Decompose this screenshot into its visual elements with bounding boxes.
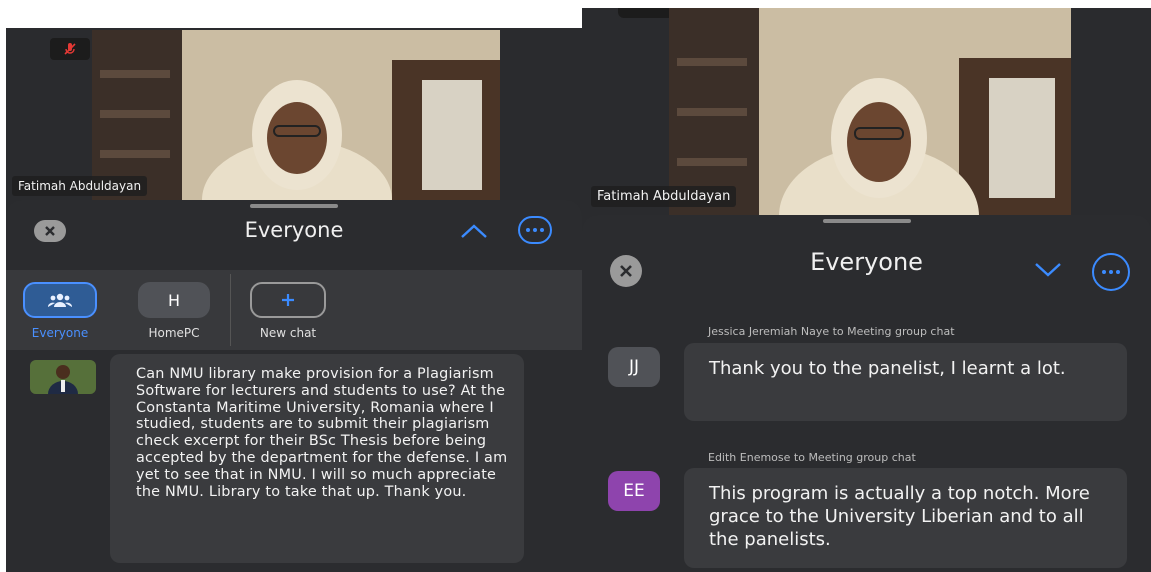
participant-video: [669, 8, 1071, 216]
chat-target-bar: Everyone H HomePC New chat: [6, 270, 582, 350]
message-text: Thank you to the panelist, I learnt a lo…: [709, 358, 1066, 379]
avatar: EE: [608, 471, 660, 511]
more-dots-icon: [1102, 270, 1120, 274]
participant-name-tag: Fatimah Abduldayan: [12, 176, 148, 196]
chat-sheet: Everyone Jessica Jeremiah Naye to Meetin…: [582, 215, 1151, 572]
chevron-down-icon: [1035, 263, 1061, 277]
chat-target-homepc[interactable]: H HomePC: [134, 282, 214, 340]
more-dots-icon: [526, 228, 544, 232]
chat-sheet: Everyone Everyone H HomePC New chat Can …: [6, 200, 582, 572]
right-meeting-screen: Fatimah Abduldayan Everyone Jessica Jere…: [582, 8, 1151, 572]
chat-header: Everyone: [582, 215, 1151, 291]
chevron-down-button[interactable]: [1032, 259, 1064, 283]
divider: [230, 274, 231, 346]
message-text: Can NMU library make provision for a Pla…: [136, 366, 508, 500]
new-chat-button[interactable]: New chat: [248, 282, 328, 340]
video-frame-image: [92, 30, 500, 200]
more-options-button[interactable]: [1092, 253, 1130, 291]
left-meeting-screen: Fatimah Abduldayan Everyone Everyone H H…: [6, 28, 582, 572]
participant-name-tag: Fatimah Abduldayan: [591, 186, 737, 207]
homepc-avatar: H: [138, 282, 210, 318]
more-options-button[interactable]: [518, 216, 552, 244]
chat-target-label: HomePC: [148, 326, 200, 340]
mic-muted-icon: [50, 38, 90, 60]
plus-icon: [282, 294, 294, 306]
message-text: This program is actually a top notch. Mo…: [709, 483, 1090, 550]
sender-avatar: [30, 360, 96, 394]
chat-title: Everyone: [810, 248, 923, 276]
avatar: JJ: [608, 347, 660, 387]
chat-message-bubble: Thank you to the panelist, I learnt a lo…: [684, 343, 1127, 421]
chat-target-everyone[interactable]: Everyone: [20, 282, 100, 340]
sender-photo: [30, 360, 96, 394]
chat-message-bubble: Can NMU library make provision for a Pla…: [110, 354, 524, 563]
message-sender-line: Jessica Jeremiah Naye to Meeting group c…: [708, 325, 955, 338]
chat-target-label: New chat: [259, 326, 317, 340]
chat-title: Everyone: [244, 218, 344, 242]
message-sender-line: Edith Enemose to Meeting group chat: [708, 451, 916, 464]
chat-message-bubble: This program is actually a top notch. Mo…: [684, 468, 1127, 568]
chat-target-label: Everyone: [31, 326, 89, 340]
participant-video: [92, 30, 500, 200]
chevron-up-button[interactable]: [458, 222, 490, 244]
chat-header: Everyone: [6, 200, 582, 260]
video-frame-image: [669, 8, 1071, 216]
people-icon: [48, 293, 72, 307]
chevron-up-icon: [461, 224, 487, 238]
